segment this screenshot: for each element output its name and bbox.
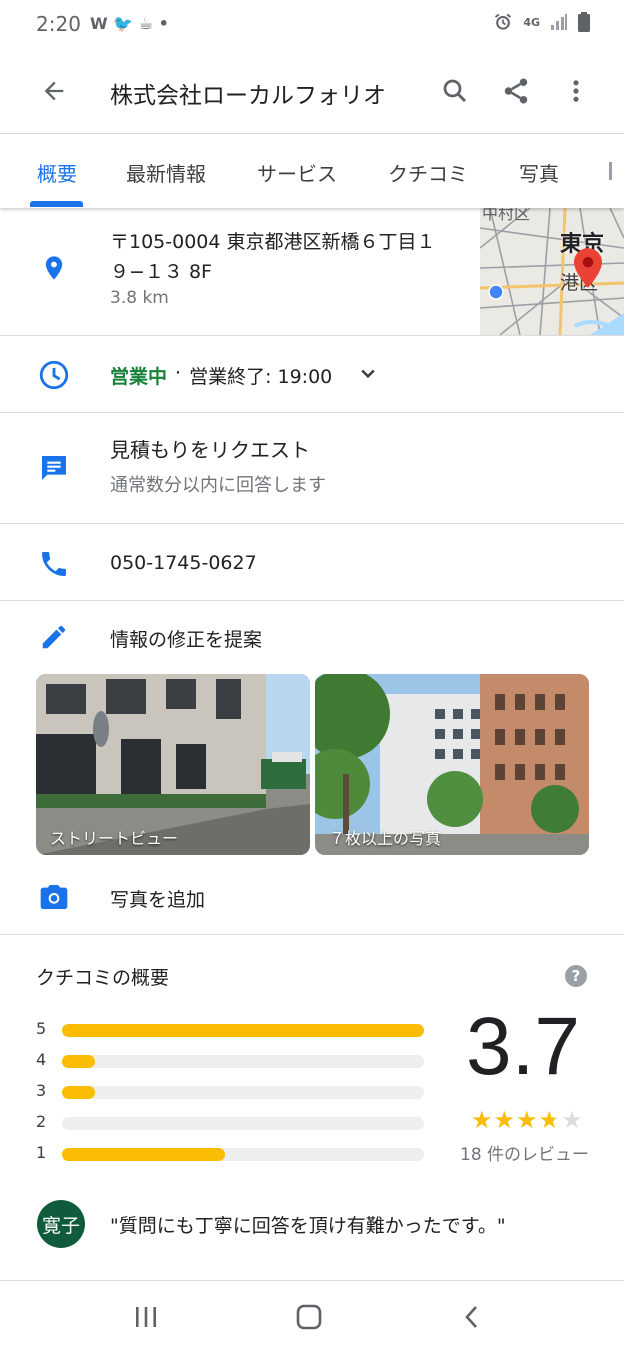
rating-bar-4	[62, 1055, 424, 1068]
tab-services[interactable]: サービス	[257, 158, 337, 187]
suggest-edit-row[interactable]: 情報の修正を提案	[0, 601, 624, 671]
review-snippet[interactable]: "質問にも丁寧に回答を頂け有難かったです。"	[110, 1211, 506, 1238]
star-icon: ★	[561, 1106, 584, 1134]
star-icon: ★	[493, 1106, 517, 1134]
system-back-button[interactable]	[458, 1303, 486, 1335]
tab-reviews[interactable]: クチコミ	[388, 158, 468, 187]
recent-apps-icon	[136, 1307, 156, 1327]
rating-bar-fill	[62, 1024, 424, 1037]
rating-bar-label: 5	[36, 1019, 47, 1038]
tab-indicator	[30, 201, 83, 207]
edit-pencil-icon	[34, 617, 74, 657]
map-thumbnail[interactable]: 中村区 東京 港区	[480, 208, 624, 335]
hours-separator: ·	[175, 362, 182, 384]
address-line2[interactable]: ９−１３ 8F	[110, 257, 212, 284]
back-button[interactable]	[34, 71, 74, 111]
more-options-button[interactable]	[556, 71, 596, 111]
home-icon	[296, 1304, 322, 1330]
camera-icon	[34, 877, 74, 917]
home-button[interactable]	[295, 1303, 323, 1335]
closing-time: 営業終了: 19:00	[189, 366, 333, 388]
rating-stars: ★★★★★	[471, 1106, 584, 1134]
rating-bar-fill	[62, 1086, 95, 1099]
battery-icon	[578, 12, 590, 32]
notification-icons: W 🐦 ☕ •	[90, 14, 169, 33]
status-right-icons: 4G	[493, 12, 590, 32]
share-button[interactable]	[496, 71, 536, 111]
street-view-label: ストリートビュー	[50, 829, 179, 848]
tab-updates[interactable]: 最新情報	[126, 158, 206, 187]
request-quote-row[interactable]: 見積もりをリクエスト 通常数分以内に回答します	[0, 413, 624, 523]
tab-overview[interactable]: 概要	[37, 158, 77, 187]
divider	[0, 934, 624, 935]
add-photo-row[interactable]: 写真を追加	[0, 860, 624, 934]
tab-overflow-hint	[609, 162, 612, 180]
page-title: 株式会社ローカルフォリオ	[110, 83, 386, 109]
more-vert-icon	[573, 80, 579, 102]
distance: 3.8 km	[110, 288, 169, 308]
hours-text: 営業中 · 営業終了: 19:00	[110, 362, 332, 389]
rating-bar-2	[62, 1117, 424, 1130]
more-photos[interactable]: ７枚以上の写真	[315, 674, 589, 855]
star-icon: ★	[538, 1106, 562, 1134]
expand-hours-button[interactable]	[354, 360, 382, 392]
tab-bar: 概要 最新情報 サービス クチコミ 写真	[0, 134, 624, 208]
suggest-edit-label: 情報の修正を提案	[110, 629, 263, 651]
phone-number: 050-1745-0627	[110, 552, 257, 574]
review-count[interactable]: 18 件のレビュー	[460, 1140, 589, 1165]
rating-bar-fill	[62, 1055, 95, 1068]
more-photos-label: ７枚以上の写真	[329, 829, 442, 848]
system-nav-bar	[0, 1282, 624, 1352]
tab-photos[interactable]: 写真	[519, 158, 559, 187]
phone-row[interactable]: 050-1745-0627	[0, 524, 624, 600]
review-summary-heading: クチコミの概要	[36, 967, 170, 989]
clock-icon	[34, 355, 74, 395]
rating-bar-label: 2	[36, 1112, 47, 1131]
quote-title: 見積もりをリクエスト	[110, 438, 310, 462]
message-icon	[34, 448, 74, 488]
open-status: 営業中	[110, 366, 168, 388]
share-icon	[504, 78, 528, 104]
star-icon: ★	[516, 1106, 539, 1134]
address-line1[interactable]: 〒105-0004 東京都港区新橋６丁目１	[110, 227, 436, 254]
rating-bar-label: 3	[36, 1081, 47, 1100]
chevron-left-icon	[465, 1306, 477, 1328]
chevron-down-icon	[361, 369, 375, 379]
app-bar: 株式会社ローカルフォリオ	[0, 50, 624, 132]
network-label: 4G	[523, 15, 540, 29]
reviewer-avatar: 寛子	[37, 1200, 85, 1248]
location-pin-icon	[34, 248, 74, 288]
rating-bar-1	[62, 1148, 424, 1161]
divider	[0, 1280, 624, 1281]
status-bar: 2:20 W 🐦 ☕ • 4G	[0, 0, 624, 50]
map-marker-icon	[574, 248, 602, 288]
hours-row[interactable]: 営業中 · 営業終了: 19:00	[0, 336, 624, 412]
rating-bar-fill	[62, 1148, 225, 1161]
star-icon: ★	[471, 1106, 494, 1134]
add-photo-label: 写真を追加	[110, 889, 206, 911]
rating-bar-label: 1	[36, 1143, 47, 1162]
signal-icon	[551, 14, 567, 30]
rating-bar-label: 4	[36, 1050, 47, 1069]
back-arrow-icon	[44, 81, 64, 101]
recent-apps-button[interactable]	[130, 1304, 162, 1334]
average-rating: 3.7	[466, 1001, 580, 1092]
rating-bar-5	[62, 1024, 424, 1037]
help-icon[interactable]: ?	[565, 965, 587, 987]
search-icon	[443, 79, 467, 103]
quote-subtitle: 通常数分以内に回答します	[110, 475, 326, 496]
rating-bar-3	[62, 1086, 424, 1099]
search-button[interactable]	[435, 71, 475, 111]
alarm-icon	[495, 13, 512, 30]
map-label-3: 中村区	[482, 208, 531, 223]
phone-icon	[34, 544, 74, 584]
street-view-photo[interactable]: ストリートビュー	[36, 674, 310, 855]
status-time: 2:20	[36, 12, 81, 36]
